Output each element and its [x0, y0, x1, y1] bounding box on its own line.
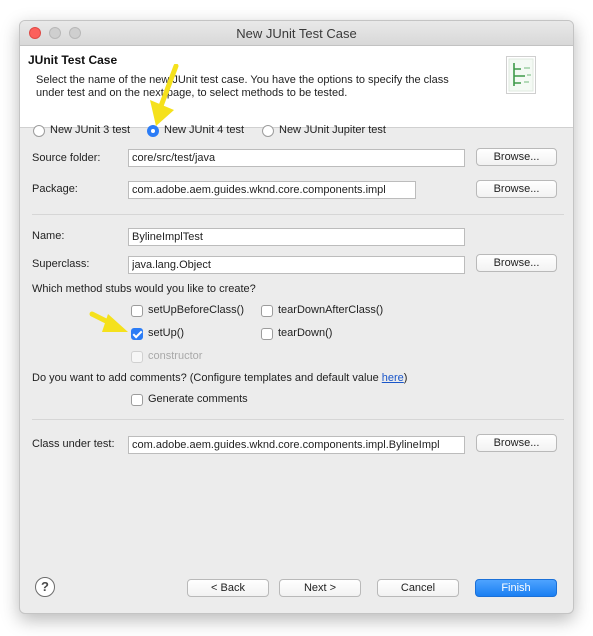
- comments-question-end: ): [403, 372, 408, 384]
- superclass-browse-button[interactable]: Browse...: [476, 254, 557, 272]
- junit3-radio[interactable]: [33, 125, 45, 137]
- page-description: Select the name of the new JUnit test ca…: [36, 74, 449, 99]
- separator: [32, 419, 564, 420]
- finish-button[interactable]: Finish: [475, 579, 557, 597]
- package-input[interactable]: [128, 181, 416, 199]
- teardown-checkbox[interactable]: [261, 328, 273, 340]
- teardown-label: tearDown(): [278, 327, 333, 339]
- superclass-label: Superclass:: [32, 258, 90, 270]
- comments-question-text: Do you want to add comments? (Configure …: [32, 372, 382, 384]
- source-folder-browse-button[interactable]: Browse...: [476, 148, 557, 166]
- annotation-arrow-icon: [150, 64, 179, 126]
- setup-checkbox[interactable]: [131, 328, 143, 340]
- junit-wizard-icon: [506, 56, 536, 94]
- generate-comments-checkbox[interactable]: [131, 394, 143, 406]
- configure-templates-link[interactable]: here: [382, 372, 404, 384]
- source-folder-label: Source folder:: [32, 152, 101, 164]
- setupbeforeclass-label: setUpBeforeClass(): [148, 304, 244, 316]
- setupbeforeclass-checkbox[interactable]: [131, 305, 143, 317]
- back-button[interactable]: < Back: [187, 579, 269, 597]
- constructor-checkbox: [131, 351, 143, 363]
- junit-jupiter-radio[interactable]: [262, 125, 274, 137]
- separator: [32, 214, 564, 215]
- cancel-button[interactable]: Cancel: [377, 579, 459, 597]
- wizard-header: JUnit Test Case Select the name of the n…: [20, 46, 573, 128]
- package-label: Package:: [32, 183, 78, 195]
- junit3-label: New JUnit 3 test: [50, 124, 131, 136]
- class-under-test-input[interactable]: [128, 436, 465, 454]
- method-stubs-question: Which method stubs would you like to cre…: [32, 283, 256, 295]
- setup-label: setUp(): [148, 327, 185, 339]
- comments-question: Do you want to add comments? (Configure …: [32, 372, 407, 384]
- source-folder-input[interactable]: [128, 149, 465, 167]
- package-browse-button[interactable]: Browse...: [476, 180, 557, 198]
- junit-jupiter-label: New JUnit Jupiter test: [279, 124, 386, 136]
- teardownafterclass-checkbox[interactable]: [261, 305, 273, 317]
- name-input[interactable]: [128, 228, 465, 246]
- generate-comments-label: Generate comments: [148, 393, 248, 405]
- page-title: JUnit Test Case: [28, 53, 118, 67]
- next-button[interactable]: Next >: [279, 579, 361, 597]
- superclass-input[interactable]: [128, 256, 465, 274]
- annotation-arrow-icon: [89, 311, 128, 332]
- class-under-test-label: Class under test:: [32, 438, 115, 450]
- constructor-label: constructor: [148, 350, 203, 362]
- help-icon[interactable]: ?: [35, 577, 55, 597]
- class-under-test-browse-button[interactable]: Browse...: [476, 434, 557, 452]
- title-bar: New JUnit Test Case: [20, 21, 573, 46]
- window-title: New JUnit Test Case: [236, 26, 357, 41]
- name-label: Name:: [32, 230, 65, 242]
- teardownafterclass-label: tearDownAfterClass(): [278, 304, 384, 316]
